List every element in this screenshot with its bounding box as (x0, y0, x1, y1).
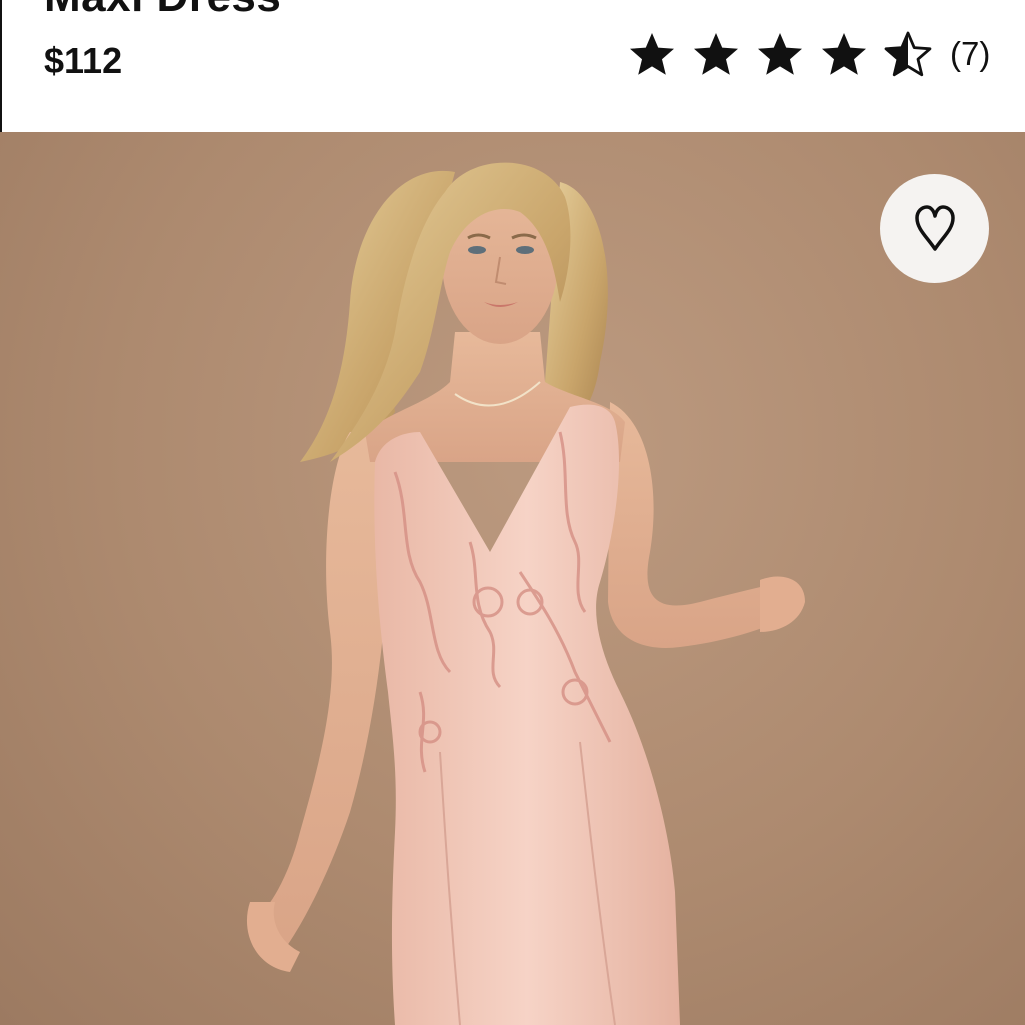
star-icon (694, 33, 738, 75)
review-count[interactable]: (7) (950, 35, 990, 73)
rating-summary[interactable]: (7) (628, 28, 990, 80)
wishlist-button[interactable] (880, 174, 989, 283)
product-title: Maxi Dress (44, 0, 281, 22)
product-price: $112 (44, 40, 123, 81)
half-star-icon (884, 31, 932, 77)
product-photo[interactable] (0, 132, 1025, 1025)
heart-outline-icon (914, 204, 955, 251)
star-icon (822, 33, 866, 75)
model-illustration (246, 162, 805, 1025)
star-icon (630, 33, 674, 75)
star-icon (758, 33, 802, 75)
product-header: Maxi Dress $112 (7) (0, 0, 1025, 132)
